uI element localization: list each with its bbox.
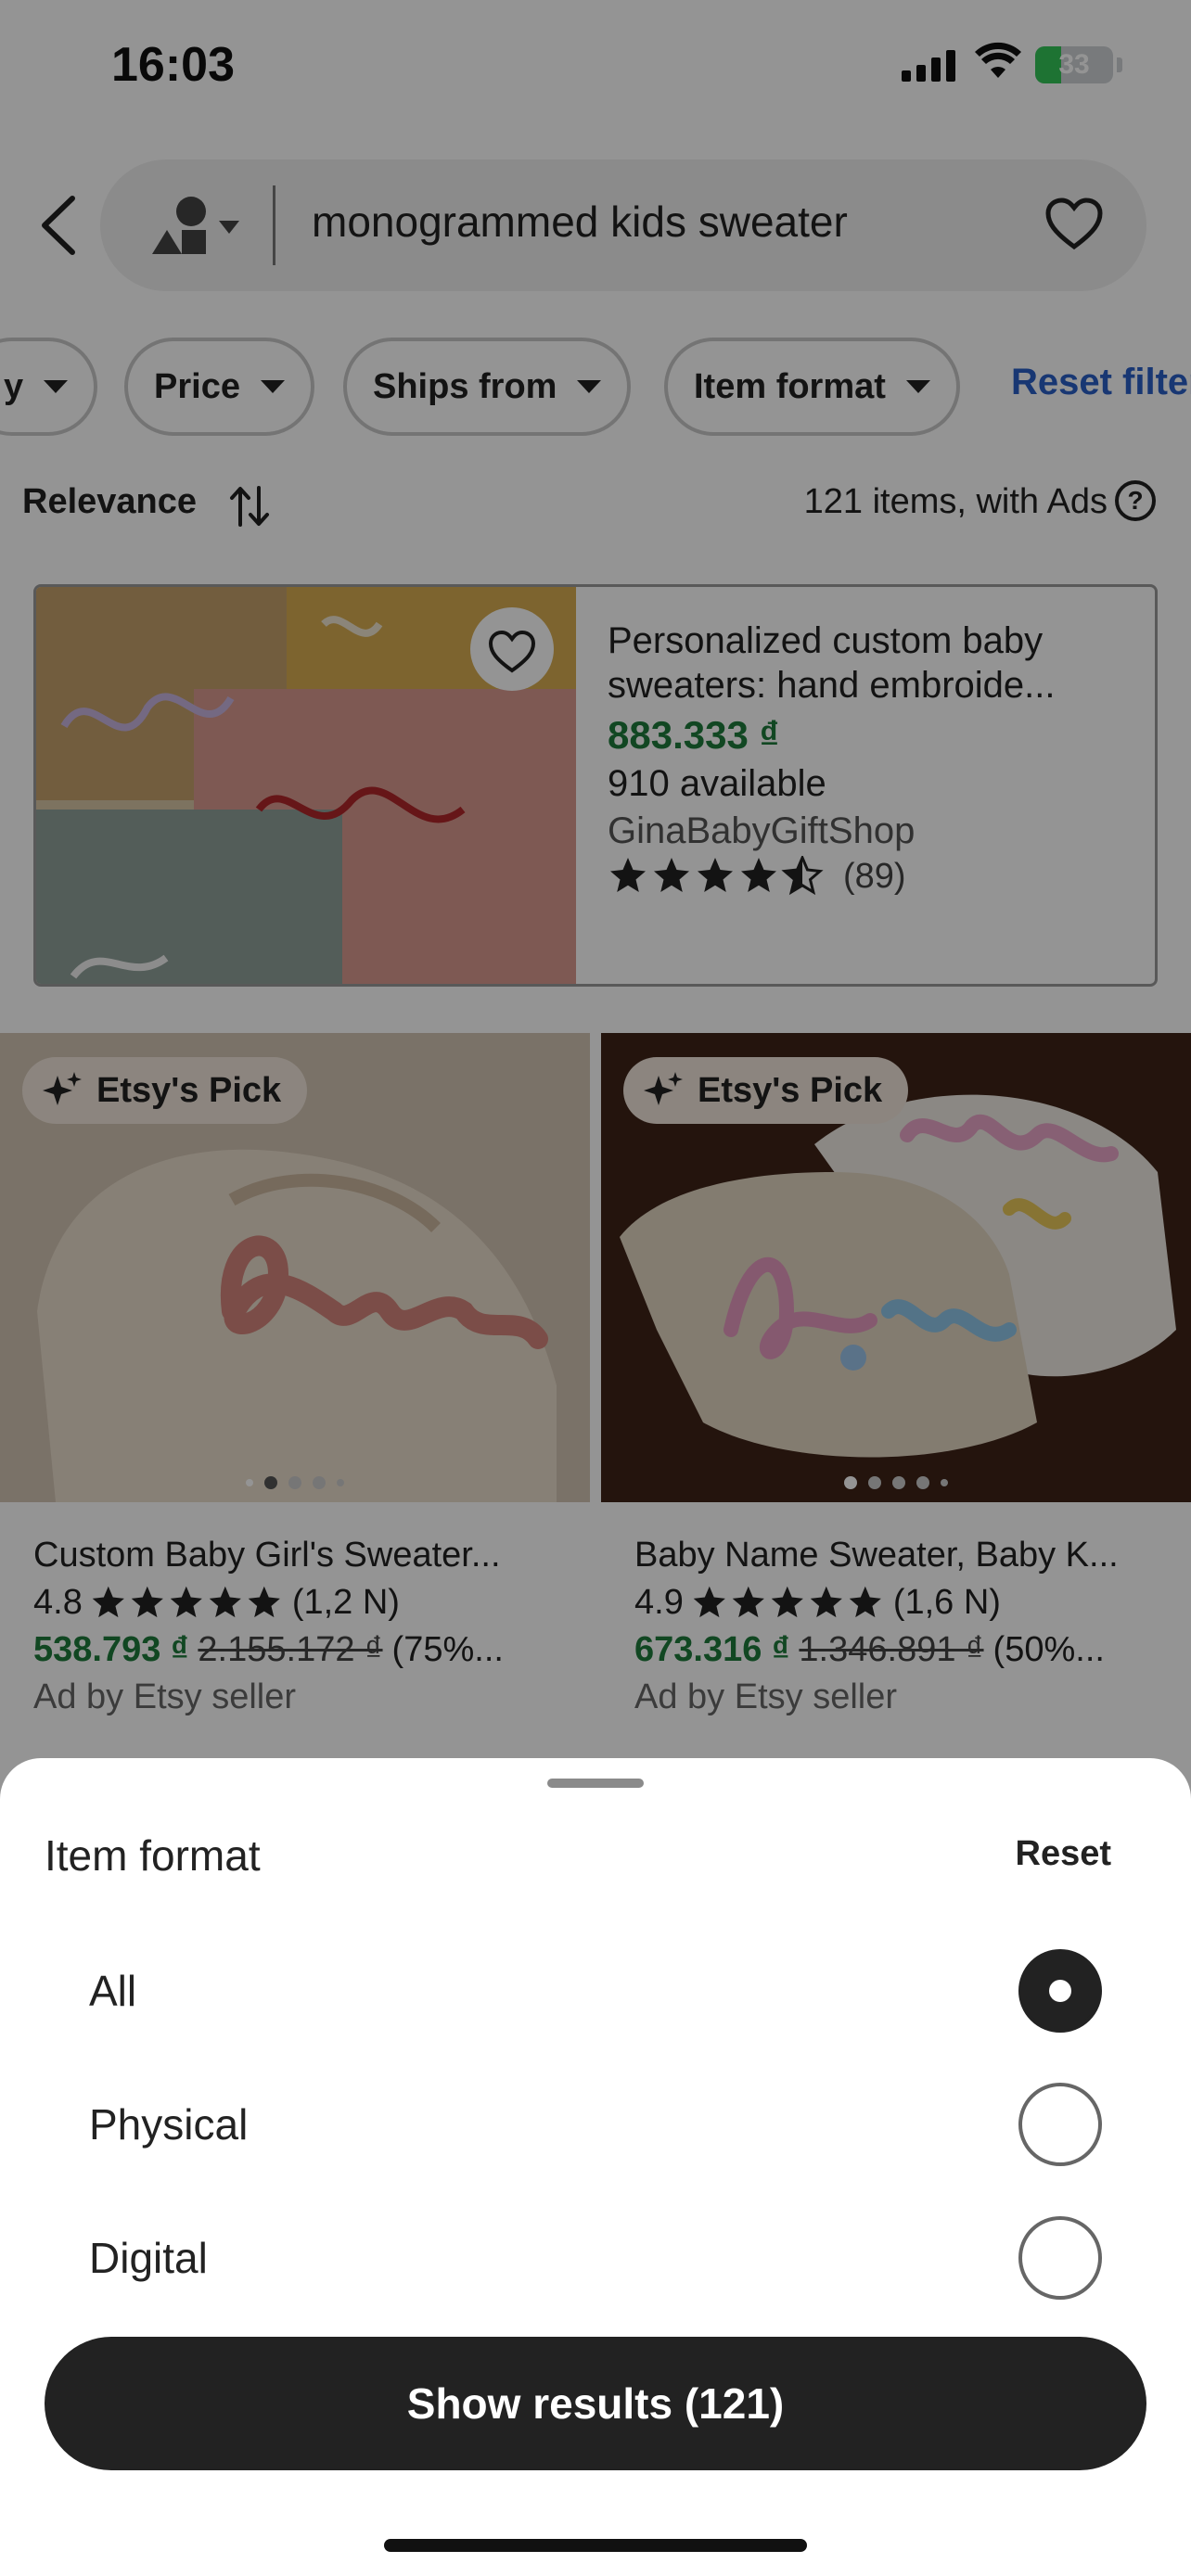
sheet-title: Item format: [45, 1831, 261, 1880]
sheet-drag-handle[interactable]: [547, 1779, 644, 1788]
radio-button[interactable]: [1018, 2083, 1102, 2166]
option-all[interactable]: All: [0, 1934, 1191, 2046]
option-label: Physical: [89, 2100, 249, 2149]
option-label: Digital: [89, 2234, 208, 2282]
option-physical[interactable]: Physical: [0, 2068, 1191, 2179]
radio-button[interactable]: [1018, 1949, 1102, 2033]
option-label: All: [89, 1967, 137, 2015]
radio-button[interactable]: [1018, 2216, 1102, 2300]
option-digital[interactable]: Digital: [0, 2201, 1191, 2313]
home-indicator[interactable]: [384, 2539, 807, 2552]
sheet-reset-button[interactable]: Reset: [1016, 1834, 1112, 1874]
show-results-button[interactable]: Show results (121): [45, 2337, 1146, 2470]
